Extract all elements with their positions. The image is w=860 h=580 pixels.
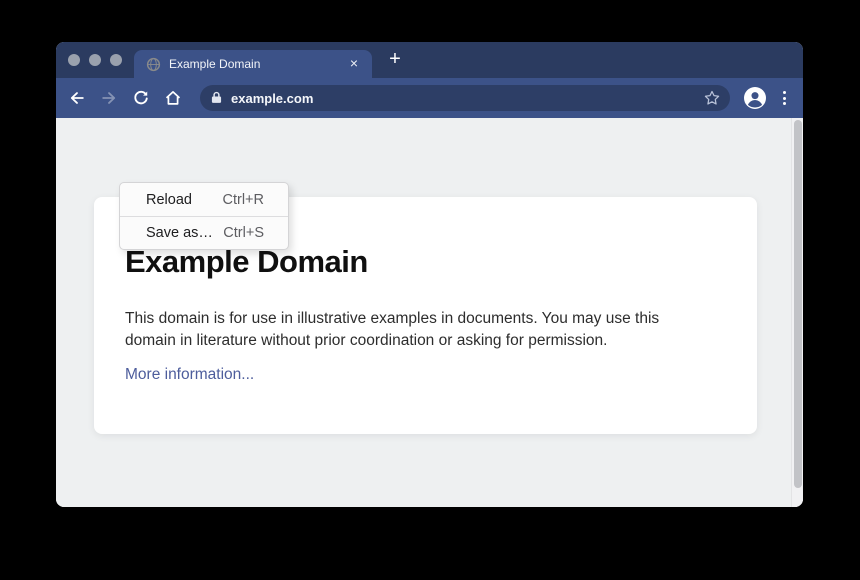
back-icon[interactable] [68, 89, 86, 107]
scrollbar-thumb[interactable] [794, 120, 802, 488]
menu-item-reload[interactable]: Reload Ctrl+R [120, 183, 288, 216]
page-viewport: Reload Ctrl+R Save as… Ctrl+S Example Do… [56, 118, 803, 507]
menu-item-shortcut: Ctrl+S [223, 225, 264, 241]
window-zoom-button[interactable] [110, 54, 122, 66]
profile-avatar-icon[interactable] [743, 86, 767, 110]
scrollbar-track[interactable] [791, 118, 803, 507]
menu-item-label: Save as… [146, 225, 213, 241]
window-controls [68, 54, 122, 66]
tab-example-domain[interactable]: Example Domain × [134, 50, 372, 78]
browser-menu-icon[interactable] [777, 89, 791, 107]
screenshot-stage: Example Domain × + example [0, 0, 860, 580]
page-paragraph: This domain is for use in illustrative e… [125, 308, 709, 352]
menu-item-shortcut: Ctrl+R [223, 192, 265, 208]
tab-favicon-globe-icon [146, 57, 161, 72]
home-icon[interactable] [164, 89, 182, 107]
tab-close-icon[interactable]: × [346, 56, 362, 72]
lock-icon[interactable] [211, 91, 222, 105]
window-minimize-button[interactable] [89, 54, 101, 66]
tab-strip: Example Domain × + [56, 42, 803, 78]
bookmark-star-icon[interactable] [703, 89, 721, 107]
tab-title: Example Domain [169, 57, 346, 71]
new-tab-button[interactable]: + [382, 48, 408, 72]
browser-toolbar: example.com [56, 78, 803, 118]
url-bar[interactable]: example.com [200, 85, 730, 111]
window-close-button[interactable] [68, 54, 80, 66]
browser-window: Example Domain × + example [56, 42, 803, 507]
context-menu: Reload Ctrl+R Save as… Ctrl+S [119, 182, 289, 250]
more-information-link[interactable]: More information... [125, 366, 254, 384]
menu-item-save-as[interactable]: Save as… Ctrl+S [120, 216, 288, 249]
forward-icon[interactable] [100, 89, 118, 107]
reload-icon[interactable] [132, 89, 150, 107]
menu-item-label: Reload [146, 192, 192, 208]
url-text[interactable]: example.com [231, 91, 313, 106]
